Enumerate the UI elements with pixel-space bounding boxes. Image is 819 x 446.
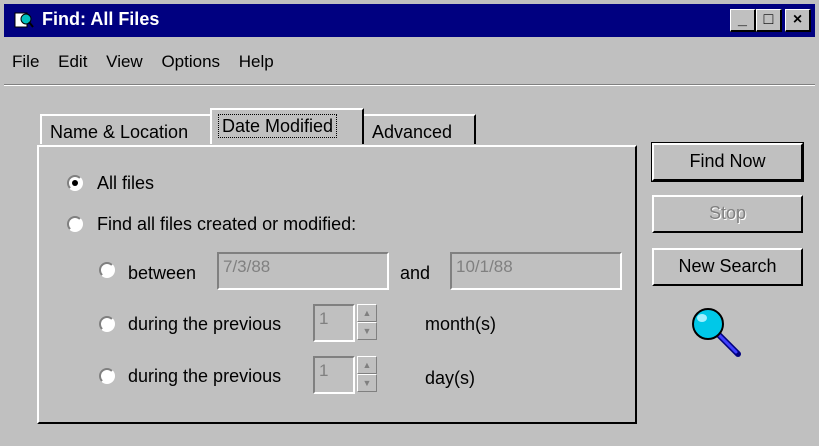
menu-view[interactable]: View bbox=[106, 52, 143, 72]
spin-down-icon[interactable]: ▼ bbox=[357, 322, 377, 340]
radio-between[interactable] bbox=[99, 262, 115, 278]
months-spinner[interactable]: ▲ ▼ bbox=[357, 304, 377, 342]
label-and: and bbox=[400, 263, 431, 283]
label-find-all: Find all files created or modified: bbox=[97, 214, 357, 234]
tab-label: Advanced bbox=[372, 122, 453, 142]
menu-help[interactable]: Help bbox=[239, 52, 274, 72]
radio-previous-days[interactable] bbox=[99, 368, 115, 384]
label-previous-months: during the previous bbox=[128, 314, 282, 334]
find-window: Find: All Files _ □ × File Edit View Opt… bbox=[0, 0, 819, 446]
menu-edit[interactable]: Edit bbox=[58, 52, 87, 72]
maximize-button[interactable]: □ bbox=[756, 9, 782, 32]
tab-date-modified[interactable]: Date Modified bbox=[210, 108, 364, 144]
find-now-button[interactable]: Find Now bbox=[651, 142, 804, 182]
tab-label: Date Modified bbox=[217, 114, 338, 138]
radio-find-all[interactable] bbox=[67, 216, 83, 232]
months-field[interactable]: 1 bbox=[313, 304, 355, 342]
minimize-button[interactable]: _ bbox=[730, 9, 756, 32]
days-spinner[interactable]: ▲ ▼ bbox=[357, 356, 377, 394]
menu-options[interactable]: Options bbox=[161, 52, 220, 72]
spin-up-icon[interactable]: ▲ bbox=[357, 304, 377, 322]
tab-label: Name & Location bbox=[50, 122, 189, 142]
spin-up-icon[interactable]: ▲ bbox=[357, 356, 377, 374]
tab-name-location[interactable]: Name & Location bbox=[40, 114, 212, 144]
radio-all-files[interactable] bbox=[67, 175, 83, 191]
label-days-unit: day(s) bbox=[425, 368, 476, 388]
spin-down-icon[interactable]: ▼ bbox=[357, 374, 377, 392]
radio-previous-months[interactable] bbox=[99, 316, 115, 332]
stop-button[interactable]: Stop bbox=[652, 195, 803, 233]
label-all-files: All files bbox=[97, 173, 155, 193]
tab-advanced[interactable]: Advanced bbox=[362, 114, 476, 144]
label-previous-days: during the previous bbox=[128, 366, 282, 386]
between-from-field[interactable]: 7/3/88 bbox=[217, 252, 389, 290]
menu-separator bbox=[4, 84, 815, 86]
close-button[interactable]: × bbox=[785, 9, 811, 32]
menu-bar: File Edit View Options Help bbox=[6, 52, 282, 76]
new-search-button[interactable]: New Search bbox=[652, 248, 803, 286]
magnifying-glass-icon bbox=[692, 308, 741, 357]
title-bar[interactable]: Find: All Files _ □ × bbox=[4, 4, 815, 37]
label-between: between bbox=[128, 263, 197, 283]
days-field[interactable]: 1 bbox=[313, 356, 355, 394]
window-title: Find: All Files bbox=[42, 9, 160, 29]
between-to-field[interactable]: 10/1/88 bbox=[450, 252, 622, 290]
menu-file[interactable]: File bbox=[12, 52, 39, 72]
find-app-icon bbox=[14, 12, 34, 28]
label-months-unit: month(s) bbox=[425, 314, 497, 334]
radio-selected-dot bbox=[72, 180, 78, 186]
